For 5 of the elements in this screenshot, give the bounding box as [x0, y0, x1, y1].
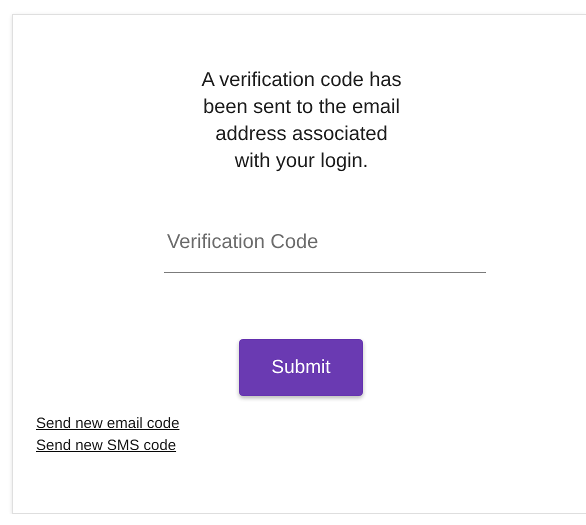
submit-button[interactable]: Submit	[239, 339, 363, 396]
verification-code-field[interactable]: Verification Code	[164, 225, 486, 273]
resend-link[interactable]: Send new SMS code	[36, 435, 176, 457]
resend-link[interactable]: Send new email code	[36, 413, 180, 435]
verification-message: A verification code has been sent to the email address associated with your login.	[200, 68, 403, 174]
